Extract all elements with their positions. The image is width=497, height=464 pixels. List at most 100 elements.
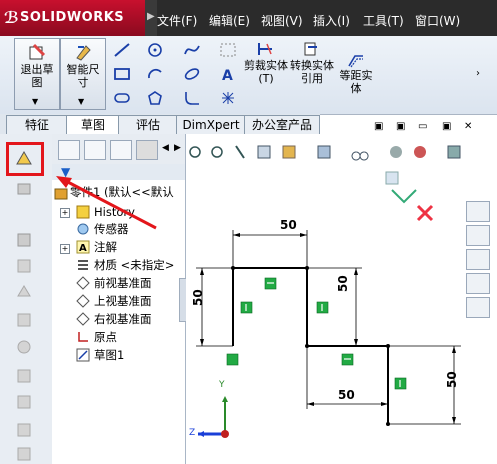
svg-text:A: A xyxy=(79,243,87,254)
point-icon[interactable] xyxy=(219,90,237,106)
feature-manager-tab[interactable] xyxy=(58,140,80,160)
restore-icon[interactable]: ▣ xyxy=(442,121,451,132)
home-icon[interactable] xyxy=(466,201,490,222)
close-icon[interactable]: ✕ xyxy=(464,121,472,132)
triad-z-label: Z xyxy=(189,428,196,438)
window-controls: ▣ ▣ ▭ ▣ ✕ xyxy=(372,121,472,135)
menu-tools[interactable]: 工具(T) xyxy=(363,12,404,29)
command-manager: 退出草图 ▼ 智能尺寸 ▼ A 剪裁实体(T) 转换实体引用 等距实体 › xyxy=(0,36,497,115)
slot-icon[interactable] xyxy=(113,90,131,106)
minimize-icon[interactable]: ▭ xyxy=(418,121,427,132)
restore-icon[interactable]: ▣ xyxy=(396,121,405,132)
annotation-icon: A xyxy=(76,240,90,254)
spline-icon[interactable] xyxy=(183,42,201,58)
property-manager-tab[interactable] xyxy=(84,140,106,160)
graphics-area[interactable]: ▣ ▣ ▭ ▣ ✕ 50 50 50 50 50 Y Z xyxy=(56,121,497,464)
scroll-right-icon[interactable]: ▶ xyxy=(174,143,181,153)
more-tabs-icon[interactable] xyxy=(136,140,158,160)
menu-view[interactable]: 视图(V) xyxy=(261,12,303,29)
menu-edit[interactable]: 编辑(E) xyxy=(209,12,250,29)
convert-entities-icon[interactable] xyxy=(302,41,320,57)
scroll-left-icon[interactable]: ◀ xyxy=(162,143,169,153)
filter-bar[interactable]: ▼ xyxy=(52,164,185,180)
svg-text:A: A xyxy=(222,68,233,82)
convert-entities-label[interactable]: 转换实体引用 xyxy=(290,59,334,85)
extrude-icon[interactable] xyxy=(14,178,34,196)
configuration-manager-tab[interactable] xyxy=(110,140,132,160)
sweep-icon[interactable] xyxy=(14,256,34,274)
smart-dimension-icon xyxy=(76,45,91,61)
part-icon xyxy=(54,188,68,200)
fillet-feature-icon[interactable] xyxy=(14,338,34,356)
tree-item-right-plane[interactable]: 右视基准面 xyxy=(94,311,152,327)
exit-sketch-button[interactable]: 退出草图 ▼ xyxy=(14,38,60,110)
arc-icon[interactable] xyxy=(146,66,164,82)
dimension-right-lower[interactable]: 50 xyxy=(445,371,459,388)
tab-evaluate[interactable]: 评估 xyxy=(118,115,178,134)
dimension-left[interactable]: 50 xyxy=(191,289,205,306)
tree-item-top-plane[interactable]: 上视基准面 xyxy=(94,293,152,309)
shell-icon[interactable] xyxy=(14,420,34,438)
material-icon xyxy=(78,260,88,270)
toolbar-expand-icon[interactable]: › xyxy=(476,68,480,79)
tree-item-material[interactable]: 材质 <未指定> xyxy=(94,257,174,273)
command-tabs: 特征 草图 评估 DimXpert 办公室产品 xyxy=(0,114,320,136)
history-icon xyxy=(76,205,90,219)
smart-dimension-button[interactable]: 智能尺寸 ▼ xyxy=(60,38,106,110)
restore-icon[interactable]: ▣ xyxy=(374,121,383,132)
app-logo-text: SOLIDWORKS xyxy=(20,10,125,25)
sketch-icon[interactable] xyxy=(14,148,34,166)
dimension-right-upper[interactable]: 50 xyxy=(336,275,350,292)
smart-dimension-label: 智能尺寸 xyxy=(66,63,100,89)
expand-icon[interactable]: + xyxy=(60,208,70,218)
grid-icon[interactable] xyxy=(219,42,237,58)
polygon-icon[interactable] xyxy=(146,90,164,106)
dimension-top[interactable]: 50 xyxy=(280,218,297,232)
exit-sketch-label: 退出草图 xyxy=(20,63,54,89)
menu-window[interactable]: 窗口(W) xyxy=(415,12,460,29)
cut-icon[interactable] xyxy=(14,310,34,328)
tree-item-history[interactable]: History xyxy=(94,204,135,220)
revolve-icon[interactable] xyxy=(14,230,34,248)
rib-icon[interactable] xyxy=(14,392,34,410)
mirror-icon[interactable] xyxy=(14,444,34,462)
rectangle-icon[interactable] xyxy=(113,66,131,82)
trim-entities-label[interactable]: 剪裁实体(T) xyxy=(244,59,288,85)
tab-sketch[interactable]: 草图 xyxy=(66,115,120,136)
ellipse-icon[interactable] xyxy=(183,66,201,82)
design-library-icon[interactable] xyxy=(466,225,490,246)
view-palette-icon[interactable] xyxy=(466,273,490,294)
dimension-bottom[interactable]: 50 xyxy=(338,388,355,402)
tab-dimxpert[interactable]: DimXpert xyxy=(176,115,246,134)
tree-item-sensors[interactable]: 传感器 xyxy=(94,221,129,237)
feature-manager-tree: ◀ ▶ ▼ 零件1 (默认<<默认 + History 传感器 + A 注解 材… xyxy=(52,134,187,464)
pattern-icon[interactable] xyxy=(14,366,34,384)
tree-tab-strip: ◀ ▶ xyxy=(52,134,185,165)
tree-item-sketch1[interactable]: 草图1 xyxy=(94,347,124,363)
trim-entities-icon[interactable] xyxy=(256,41,274,57)
offset-entities-icon[interactable] xyxy=(347,52,365,68)
text-icon[interactable]: A xyxy=(219,66,237,82)
line-icon[interactable] xyxy=(113,42,131,58)
tab-office-products[interactable]: 办公室产品 xyxy=(244,115,320,134)
circle-icon[interactable] xyxy=(146,42,164,58)
sketch-tree-icon xyxy=(76,348,90,362)
tab-features[interactable]: 特征 xyxy=(6,115,68,134)
tree-item-front-plane[interactable]: 前视基准面 xyxy=(94,275,152,291)
file-explorer-icon[interactable] xyxy=(466,249,490,270)
sketch-geometry xyxy=(196,230,461,438)
triad-y-label: Y xyxy=(219,380,225,390)
tree-item-annotations[interactable]: 注解 xyxy=(94,239,117,255)
fillet-icon[interactable] xyxy=(183,90,201,106)
menu-file[interactable]: 文件(F) xyxy=(157,12,197,29)
tree-root-part[interactable]: 零件1 (默认<<默认 xyxy=(70,184,184,200)
offset-entities-label[interactable]: 等距实体 xyxy=(336,69,376,95)
loft-icon[interactable] xyxy=(14,282,34,300)
task-pane-strip xyxy=(466,195,491,319)
tree-item-origin[interactable]: 原点 xyxy=(94,329,117,345)
appearances-icon[interactable] xyxy=(466,297,490,318)
menu-insert[interactable]: 插入(I) xyxy=(313,12,350,29)
menu-bar: 文件(F) 编辑(E) 视图(V) 插入(I) 工具(T) 窗口(W) xyxy=(157,0,497,36)
expand-icon[interactable]: + xyxy=(60,244,70,254)
ds-logo-icon: ℬ xyxy=(4,8,19,27)
